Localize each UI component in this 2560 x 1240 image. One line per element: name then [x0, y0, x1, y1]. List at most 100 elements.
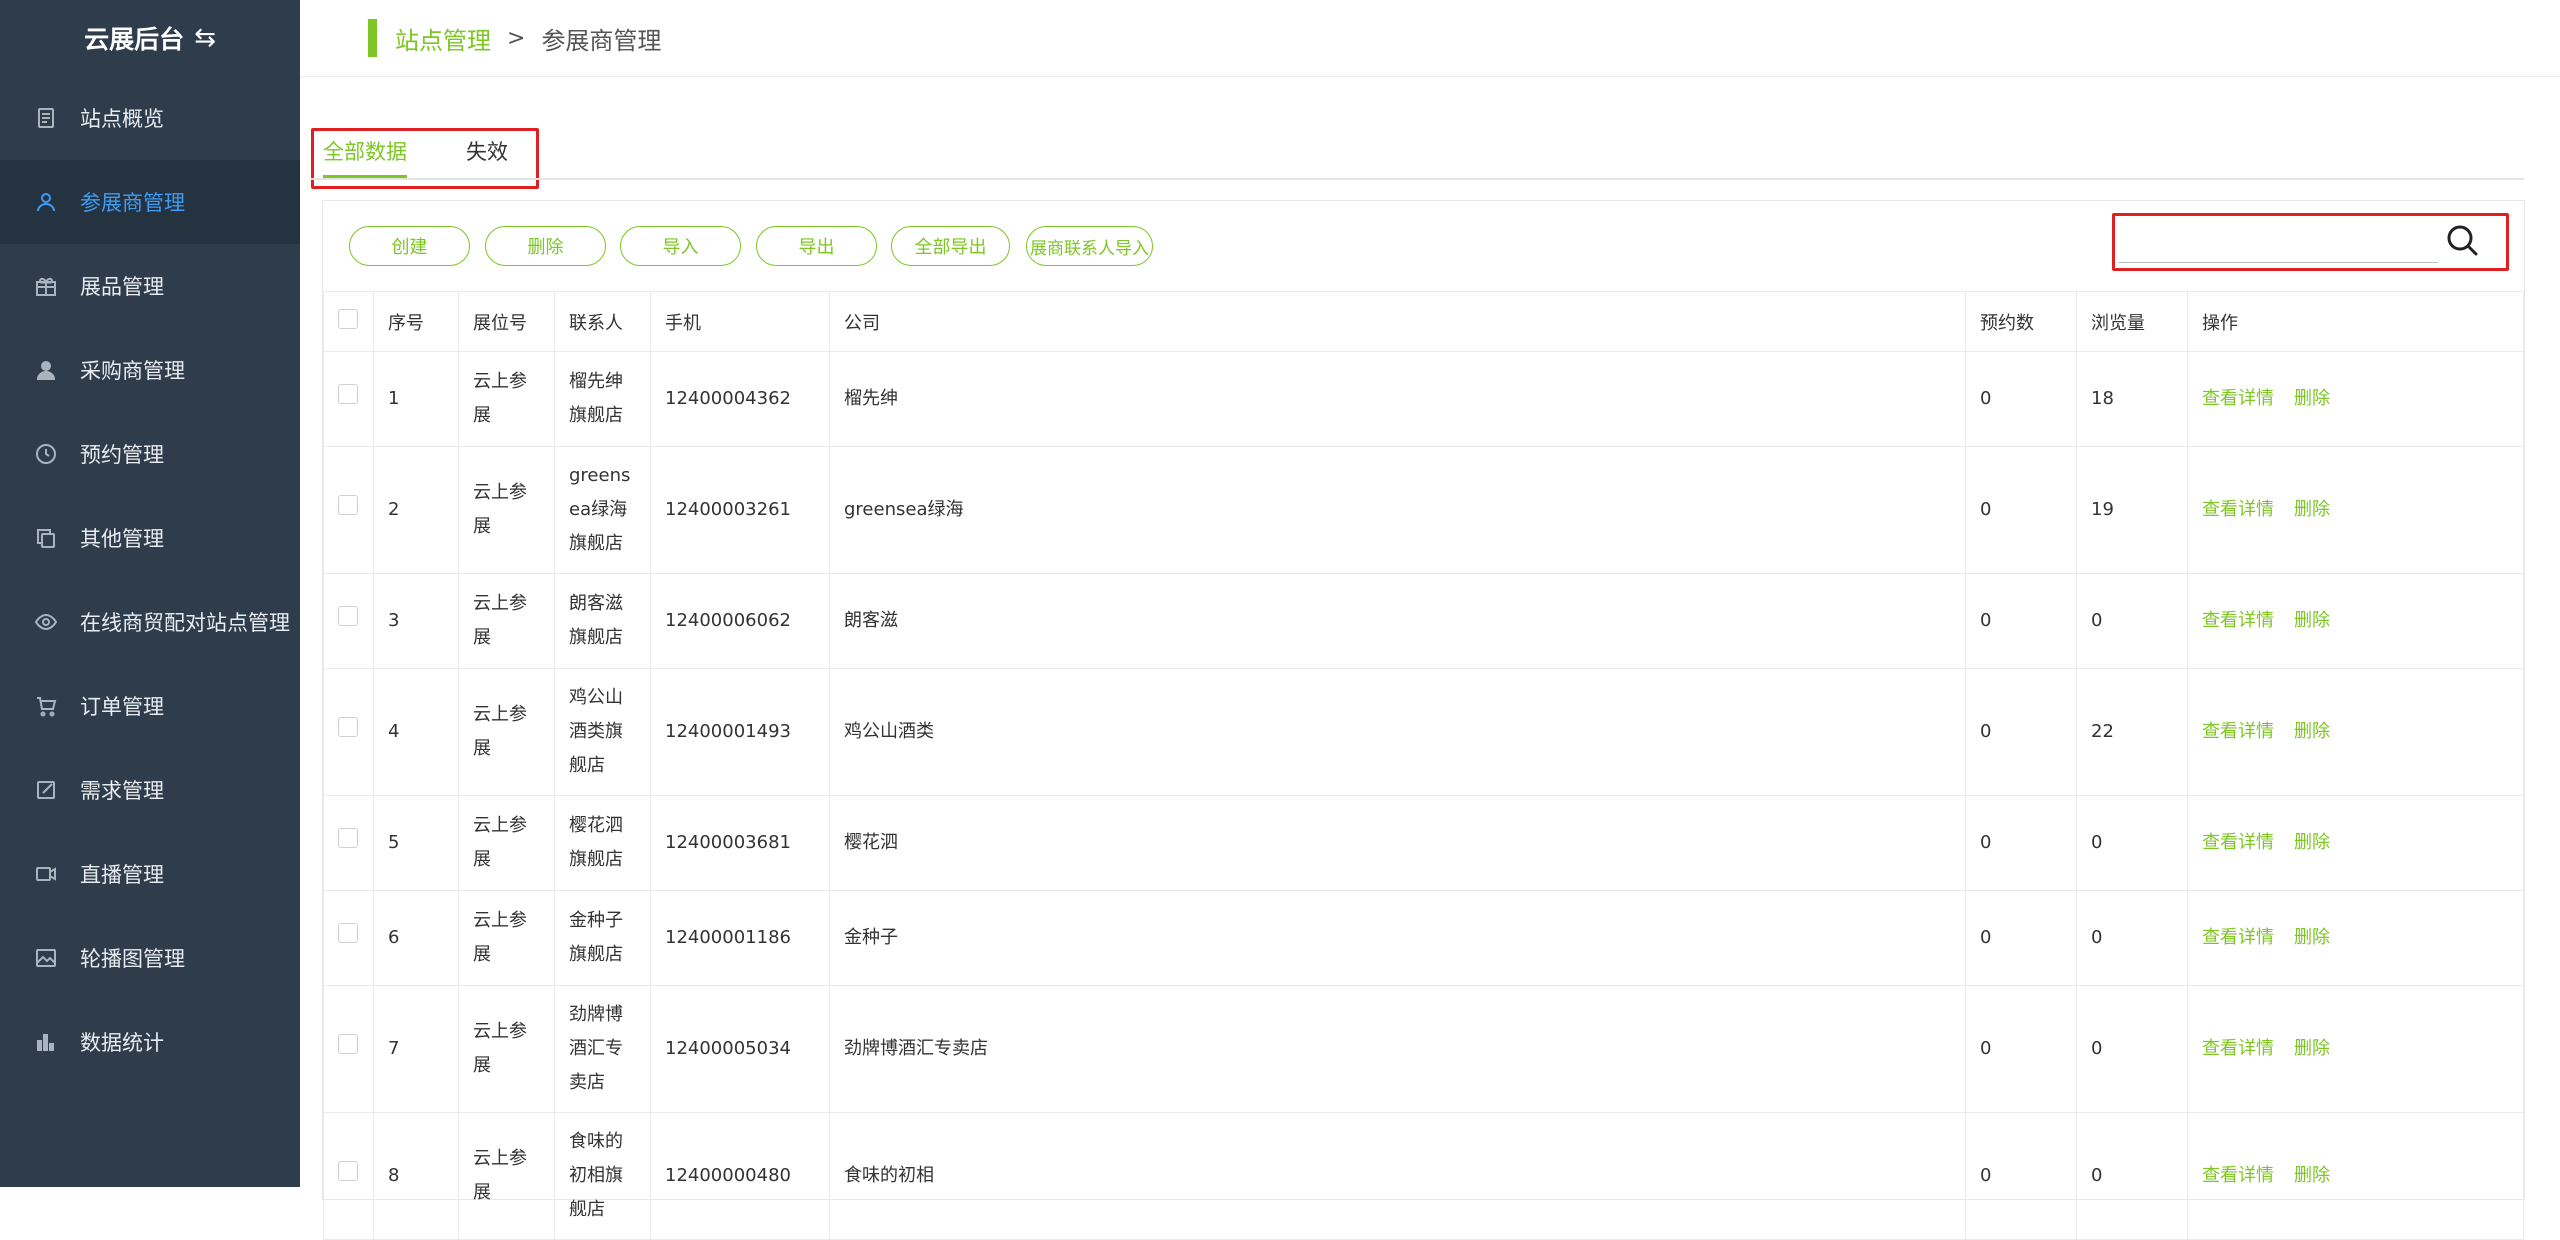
column-header[interactable]: 预约数 — [1965, 291, 2077, 352]
sidebar-item-label: 在线商贸配对站点管理 — [80, 611, 290, 635]
cell-views: 0 — [2076, 890, 2188, 986]
sidebar-item-label: 轮播图管理 — [80, 947, 185, 971]
delete-link[interactable]: 删除 — [2294, 927, 2330, 948]
view-detail-link[interactable]: 查看详情 — [2202, 927, 2274, 948]
cell-company: 食味的初相 — [829, 1112, 1966, 1240]
column-header[interactable]: 公司 — [829, 291, 1966, 352]
row-checkbox[interactable] — [323, 985, 374, 1113]
delete-link[interactable]: 删除 — [2294, 610, 2330, 631]
column-header[interactable]: 浏览量 — [2076, 291, 2188, 352]
breadcrumb-page: 参展商管理 — [541, 26, 662, 55]
sidebar-item-label: 订单管理 — [80, 695, 164, 719]
cell-booth: 云上参展 — [458, 351, 555, 447]
sidebar-item[interactable]: 在线商贸配对站点管理 — [0, 580, 300, 664]
cell-company: 金种子 — [829, 890, 1966, 986]
breadcrumb-root[interactable]: 站点管理 — [395, 21, 491, 56]
cell-no: 6 — [373, 890, 459, 986]
tab-all-data[interactable]: 全部数据 — [323, 136, 407, 166]
search-icon[interactable] — [2444, 222, 2480, 258]
column-header[interactable]: 手机 — [650, 291, 830, 352]
sidebar-item[interactable]: 采购商管理 — [0, 328, 300, 412]
delete-button[interactable]: 删除 — [485, 226, 606, 266]
sidebar-item[interactable]: 参展商管理 — [0, 160, 300, 244]
cell-booth: 云上参展 — [458, 668, 555, 796]
view-detail-link[interactable]: 查看详情 — [2202, 610, 2274, 631]
cell-views: 18 — [2076, 351, 2188, 447]
cell-contact: 金种子旗舰店 — [554, 890, 651, 986]
cell-views: 22 — [2076, 668, 2188, 796]
breadcrumb-marker — [368, 19, 377, 57]
cell-actions: 查看详情 删除 — [2187, 1112, 2524, 1240]
cell-phone: 12400003681 — [650, 795, 830, 891]
row-checkbox[interactable] — [323, 446, 374, 574]
video-icon — [34, 862, 58, 886]
delete-link[interactable]: 删除 — [2294, 721, 2330, 742]
search-input[interactable] — [2118, 220, 2442, 262]
delete-link[interactable]: 删除 — [2294, 388, 2330, 409]
export-button[interactable]: 导出 — [756, 226, 877, 266]
cell-booth: 云上参展 — [458, 985, 555, 1113]
cell-no: 7 — [373, 985, 459, 1113]
cell-bookings: 0 — [1965, 1112, 2077, 1240]
sidebar-item[interactable]: 直播管理 — [0, 832, 300, 916]
sidebar-item-label: 直播管理 — [80, 863, 164, 887]
import-contacts-button[interactable]: 展商联系人导入 — [1026, 226, 1153, 266]
cell-contact: 榴先绅旗舰店 — [554, 351, 651, 447]
brand: 云展后台 ⇆ — [0, 0, 300, 76]
row-checkbox[interactable] — [323, 668, 374, 796]
cell-contact: greensea绿海旗舰店 — [554, 446, 651, 574]
cell-contact: 劲牌博酒汇专卖店 — [554, 985, 651, 1113]
row-checkbox[interactable] — [323, 1112, 374, 1240]
cell-views: 0 — [2076, 1112, 2188, 1240]
cell-booth: 云上参展 — [458, 795, 555, 891]
cell-phone: 12400005034 — [650, 985, 830, 1113]
cell-phone: 12400001493 — [650, 668, 830, 796]
delete-link[interactable]: 删除 — [2294, 832, 2330, 853]
sidebar-item[interactable]: 展品管理 — [0, 244, 300, 328]
view-detail-link[interactable]: 查看详情 — [2202, 832, 2274, 853]
cell-contact: 朗客滋旗舰店 — [554, 573, 651, 669]
delete-link[interactable]: 删除 — [2294, 1165, 2330, 1186]
view-detail-link[interactable]: 查看详情 — [2202, 388, 2274, 409]
row-checkbox[interactable] — [323, 795, 374, 891]
cell-phone: 12400004362 — [650, 351, 830, 447]
view-detail-link[interactable]: 查看详情 — [2202, 1165, 2274, 1186]
switch-icon[interactable]: ⇆ — [194, 23, 216, 53]
row-checkbox[interactable] — [323, 351, 374, 447]
table-row: 8 云上参展 食味的初相旗舰店 12400000480 食味的初相 0 0 查看详情 删除 — [323, 1112, 2524, 1240]
import-button[interactable]: 导入 — [620, 226, 741, 266]
cell-actions: 查看详情 删除 — [2187, 351, 2524, 447]
view-detail-link[interactable]: 查看详情 — [2202, 1038, 2274, 1059]
tab-invalid[interactable]: 失效 — [466, 136, 508, 166]
eye-icon — [34, 610, 58, 634]
sidebar-item[interactable]: 订单管理 — [0, 664, 300, 748]
table-header-row: 序号 展位号 联系人 手机 公司 预约数 浏览量 操作 — [323, 291, 2524, 352]
column-header[interactable]: 序号 — [373, 291, 459, 352]
create-button[interactable]: 创建 — [349, 226, 470, 266]
delete-link[interactable]: 删除 — [2294, 499, 2330, 520]
sidebar-item[interactable]: 预约管理 — [0, 412, 300, 496]
row-checkbox[interactable] — [323, 573, 374, 669]
cell-actions: 查看详情 删除 — [2187, 795, 2524, 891]
cell-company: 鸡公山酒类 — [829, 668, 1966, 796]
column-header[interactable]: 展位号 — [458, 291, 555, 352]
select-all-checkbox[interactable] — [323, 291, 374, 352]
table-row: 4 云上参展 鸡公山酒类旗舰店 12400001493 鸡公山酒类 0 22 查看详情 删除 — [323, 668, 2524, 796]
delete-link[interactable]: 删除 — [2294, 1038, 2330, 1059]
export-all-button[interactable]: 全部导出 — [891, 226, 1010, 266]
sidebar-item-label: 需求管理 — [80, 779, 164, 803]
column-header[interactable]: 联系人 — [554, 291, 651, 352]
sidebar-item[interactable]: 其他管理 — [0, 496, 300, 580]
cell-actions: 查看详情 删除 — [2187, 573, 2524, 669]
sidebar-item[interactable]: 轮播图管理 — [0, 916, 300, 1000]
view-detail-link[interactable]: 查看详情 — [2202, 499, 2274, 520]
gift-icon — [34, 274, 58, 298]
view-detail-link[interactable]: 查看详情 — [2202, 721, 2274, 742]
row-checkbox[interactable] — [323, 890, 374, 986]
sidebar-item[interactable]: 需求管理 — [0, 748, 300, 832]
sidebar-item-label: 其他管理 — [80, 527, 164, 551]
search-underline — [2118, 262, 2438, 263]
cell-no: 4 — [373, 668, 459, 796]
sidebar-item[interactable]: 数据统计 — [0, 1000, 300, 1084]
sidebar-item[interactable]: 站点概览 — [0, 76, 300, 160]
